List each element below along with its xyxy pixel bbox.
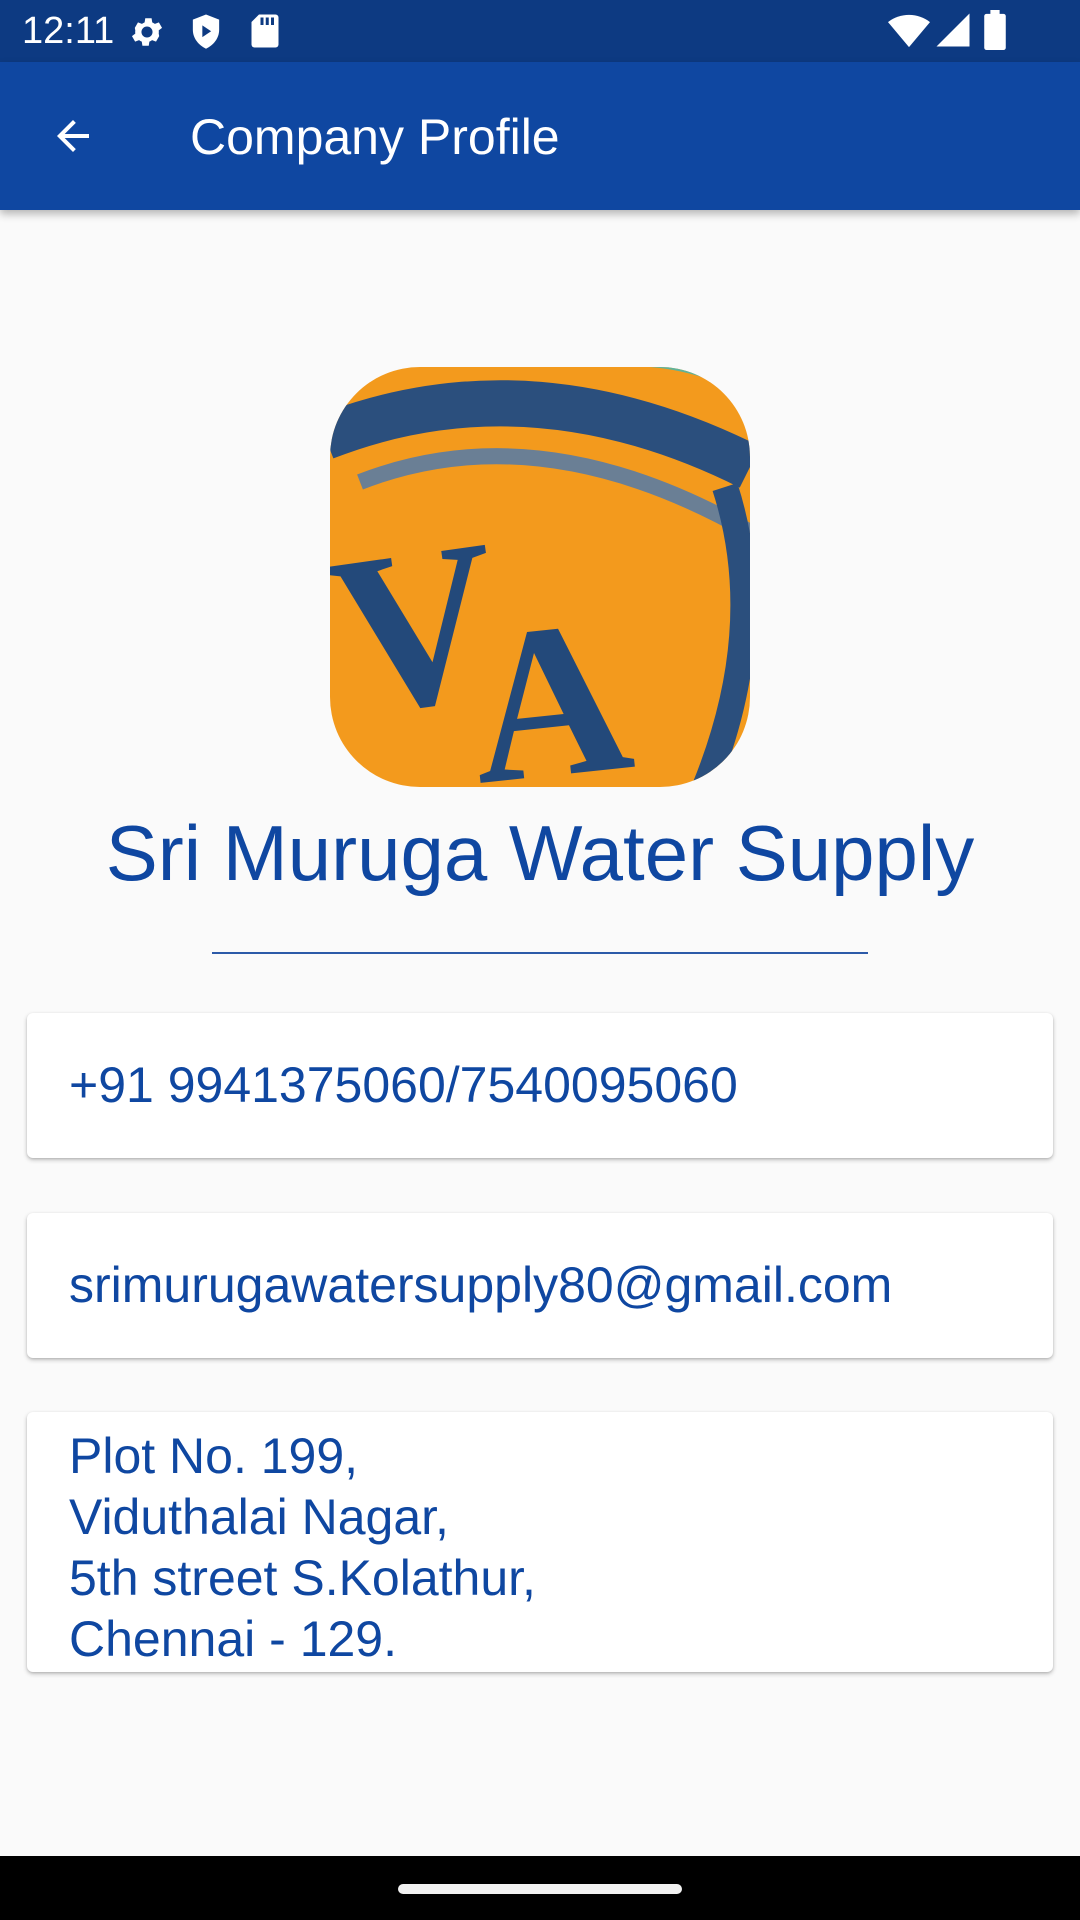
app-bar: Company Profile [0,62,1080,210]
sd-card-icon [251,14,279,48]
back-button[interactable] [30,96,116,176]
company-logo-image: V A [330,367,750,787]
wifi-icon [888,14,930,48]
svg-text:A: A [458,572,642,787]
page-title: Company Profile [190,109,560,165]
company-name: Sri Muruga Water Supply [105,809,975,897]
address-line: Chennai - 129. [69,1611,398,1667]
home-gesture-handle[interactable] [398,1884,682,1894]
email-card[interactable]: srimurugawatersupply80@gmail.com [27,1213,1053,1358]
divider [212,952,868,954]
address-line: Plot No. 199, [69,1428,359,1484]
battery-icon [984,10,1006,50]
status-bar: 12:11 [0,0,1080,62]
phone-card[interactable]: +91 9941375060/7540095060 [27,1013,1053,1158]
status-time: 12:11 [22,10,115,52]
phone-number: +91 9941375060/7540095060 [69,1057,738,1113]
shield-play-icon [192,14,220,49]
email-address: srimurugawatersupply80@gmail.com [69,1257,893,1313]
company-profile-screen: 12:11 Company Profile V A Sri Muruga Wat… [0,0,1080,1920]
address-line: Viduthalai Nagar, [69,1489,449,1545]
settings-icon [131,18,163,46]
address-card[interactable]: Plot No. 199, Viduthalai Nagar, 5th stre… [27,1412,1053,1672]
address-line: 5th street S.Kolathur, [69,1550,536,1606]
cellular-signal-icon [936,13,970,47]
arrow-back-icon [57,120,89,152]
company-logo: V A [330,367,750,787]
